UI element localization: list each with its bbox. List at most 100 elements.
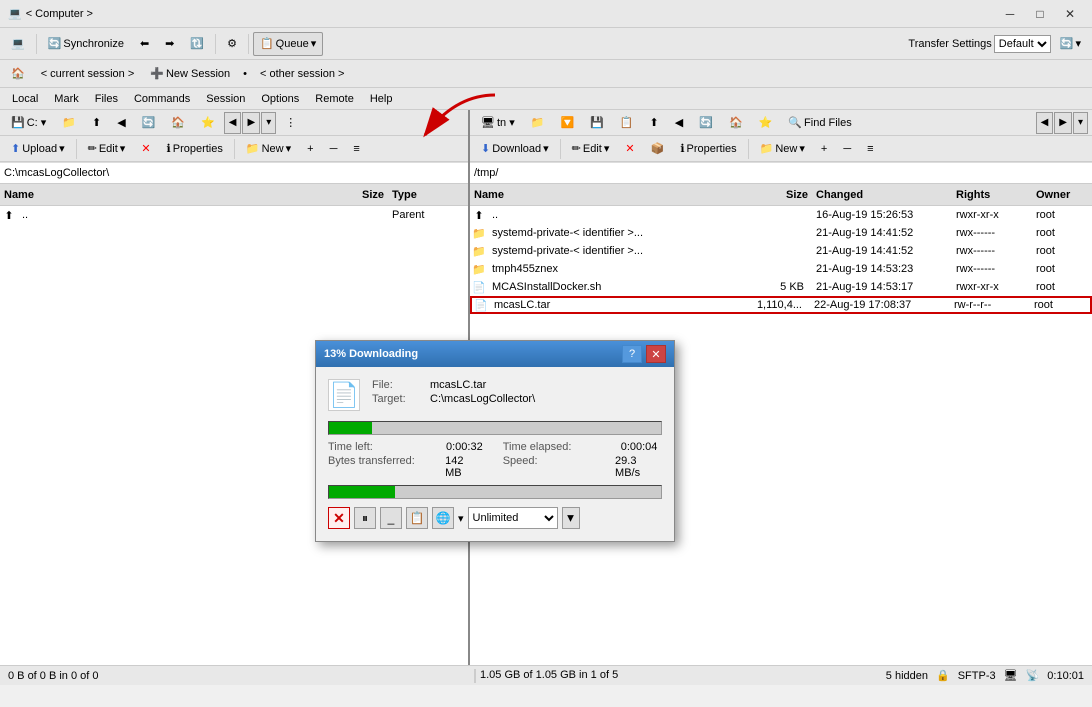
remote-back-btn[interactable]: ◀: [668, 111, 690, 135]
synchronize-button[interactable]: 🔄 Synchronize: [41, 32, 131, 56]
local-delete-button[interactable]: ✕: [134, 137, 157, 161]
remote-properties-btn[interactable]: ℹ Properties: [673, 137, 743, 161]
local-back-btn[interactable]: ◀: [110, 111, 132, 135]
maximize-button[interactable]: □: [1026, 4, 1054, 24]
transfer-refresh-btn[interactable]: 🔄 ▾: [1053, 32, 1088, 56]
local-new-button[interactable]: 📁 New ▾: [239, 137, 298, 161]
pause-transfer-btn[interactable]: ⏸: [354, 507, 376, 529]
remote-save-btn[interactable]: 💾: [583, 111, 611, 135]
local-drive-btn[interactable]: 💾 C: ▾: [4, 111, 53, 135]
list-item[interactable]: ⬆ .. Parent: [0, 206, 468, 224]
settings-button[interactable]: ⚙: [220, 32, 244, 56]
local-edit-button[interactable]: ✏ Edit ▾: [81, 137, 133, 161]
remote-new-button[interactable]: 📁 New ▾: [753, 137, 812, 161]
remote-up-btn[interactable]: ⬆: [643, 111, 666, 135]
toolbar-btn-3[interactable]: ➡: [158, 32, 181, 56]
nav-left-btn[interactable]: ◀: [224, 112, 242, 134]
local-col-size[interactable]: Size: [308, 187, 388, 203]
speed-limit-select[interactable]: Unlimited: [468, 507, 558, 529]
local-btn6[interactable]: ─: [323, 137, 345, 161]
menu-local[interactable]: Local: [4, 91, 46, 107]
download-button[interactable]: ⬇ Download ▾: [474, 137, 556, 161]
find-files-btn[interactable]: 🔍 Find Files: [781, 111, 858, 135]
current-session-btn[interactable]: < current session >: [34, 62, 142, 86]
toolbar-btn-2[interactable]: ⬅: [133, 32, 156, 56]
minimize-button[interactable]: ─: [996, 4, 1024, 24]
local-home-btn[interactable]: 🏠: [164, 111, 192, 135]
local-up-btn[interactable]: ⬆: [85, 111, 108, 135]
toolbar-btn-4[interactable]: 🔃: [183, 32, 211, 56]
remote-nav-down[interactable]: ▾: [1073, 112, 1088, 134]
sh-file-icon: 📄: [470, 278, 488, 296]
remote-btn7[interactable]: ≡: [860, 137, 880, 161]
list-item[interactable]: ⬆ .. 16-Aug-19 15:26:53 rwxr-xr-x root: [470, 206, 1092, 224]
remote-nav-left[interactable]: ◀: [1036, 112, 1054, 134]
local-refresh-btn[interactable]: 🔄: [135, 111, 163, 135]
delete-icon: ✕: [141, 142, 150, 155]
mcaslc-tar-row[interactable]: 📄 mcasLC.tar 1,110,4... 22-Aug-19 17:08:…: [470, 296, 1092, 314]
local-folder-btn[interactable]: 📁: [55, 111, 83, 135]
computer-icon-btn[interactable]: 💻: [4, 32, 32, 56]
menu-help[interactable]: Help: [362, 91, 401, 107]
local-col-type[interactable]: Type: [388, 187, 468, 203]
close-button[interactable]: ✕: [1056, 4, 1084, 24]
dialog-help-btn[interactable]: ?: [622, 345, 642, 363]
dialog-close-btn[interactable]: ✕: [646, 345, 666, 363]
remote-tn-btn[interactable]: 🖥 tn ▾: [474, 111, 522, 135]
arrow-icon: ⬅: [140, 37, 149, 50]
remote-folder-btn[interactable]: 📁: [524, 111, 552, 135]
remote-col-changed[interactable]: Changed: [812, 187, 952, 203]
local-col-name[interactable]: Name: [0, 187, 308, 203]
remote-refresh-btn[interactable]: 🔄: [692, 111, 720, 135]
remote-col-rights[interactable]: Rights: [952, 187, 1032, 203]
remote-edit-button[interactable]: ✏ Edit ▾: [565, 137, 617, 161]
remote-col-size[interactable]: Size: [732, 187, 812, 203]
local-btn5[interactable]: +: [300, 137, 320, 161]
menu-options[interactable]: Options: [253, 91, 307, 107]
remote-delete-button[interactable]: ✕: [618, 137, 641, 161]
remote-bookmark-btn[interactable]: ⭐: [752, 111, 780, 135]
remote-nav-right[interactable]: ▶: [1054, 112, 1072, 134]
menu-session[interactable]: Session: [198, 91, 253, 107]
window-controls: ─ □ ✕: [996, 4, 1084, 24]
remote-btn6[interactable]: ─: [836, 137, 858, 161]
remote-home-btn[interactable]: 🏠: [722, 111, 750, 135]
local-properties-btn[interactable]: ℹ Properties: [160, 137, 230, 161]
new-tab-icon[interactable]: 🏠: [4, 62, 32, 86]
list-item[interactable]: 📄 MCASInstallDocker.sh 5 KB 21-Aug-19 14…: [470, 278, 1092, 296]
menu-remote[interactable]: Remote: [307, 91, 362, 107]
remote-copy-btn[interactable]: 📋: [613, 111, 641, 135]
cancel-transfer-btn[interactable]: ✕: [328, 507, 350, 529]
nav-down-btn[interactable]: ▾: [261, 112, 276, 134]
separator-3: [248, 34, 249, 54]
remote-btn5[interactable]: +: [814, 137, 834, 161]
local-dots-btn[interactable]: ⋮: [278, 111, 303, 135]
list-item[interactable]: 📁 tmph455znex 21-Aug-19 14:53:23 rwx----…: [470, 260, 1092, 278]
minimize-transfer-btn[interactable]: _: [380, 507, 402, 529]
speed-limit-dropdown[interactable]: ▾: [562, 507, 580, 529]
local-btn7[interactable]: ≡: [346, 137, 366, 161]
folder-icon: 📁: [470, 242, 488, 260]
dialog-file-info: 📄 File: mcasLC.tar Target: C:\mcasLogCol…: [328, 379, 662, 411]
menu-commands[interactable]: Commands: [126, 91, 198, 107]
local-bookmark-btn[interactable]: ⭐: [194, 111, 222, 135]
queue-button[interactable]: 📋 Queue ▾: [253, 32, 323, 56]
list-item[interactable]: 📁 systemd-private-< identifier >... 21-A…: [470, 242, 1092, 260]
upload-button[interactable]: ⬆ Upload ▾: [4, 137, 72, 161]
remote-col-owner[interactable]: Owner: [1032, 187, 1092, 203]
new-session-btn[interactable]: ➕ New Session: [143, 62, 237, 86]
list-item[interactable]: 📁 systemd-private-< identifier >... 21-A…: [470, 224, 1092, 242]
menu-files[interactable]: Files: [87, 91, 126, 107]
remote-col-name[interactable]: Name: [470, 187, 732, 203]
globe-btn[interactable]: 🌐: [432, 507, 454, 529]
refresh-icon: 🔃: [190, 37, 204, 50]
nav-right-btn[interactable]: ▶: [242, 112, 260, 134]
transfer-settings-select[interactable]: Default: [994, 35, 1051, 53]
menu-mark[interactable]: Mark: [46, 91, 86, 107]
refresh-local-icon: 🔄: [142, 116, 156, 129]
remote-filter-btn[interactable]: 🔽: [553, 111, 581, 135]
remote-move-btn[interactable]: 📦: [644, 137, 672, 161]
copy-transfer-btn[interactable]: 📋: [406, 507, 428, 529]
save-icon: 💾: [590, 116, 604, 129]
other-session-btn[interactable]: < other session >: [253, 62, 351, 86]
